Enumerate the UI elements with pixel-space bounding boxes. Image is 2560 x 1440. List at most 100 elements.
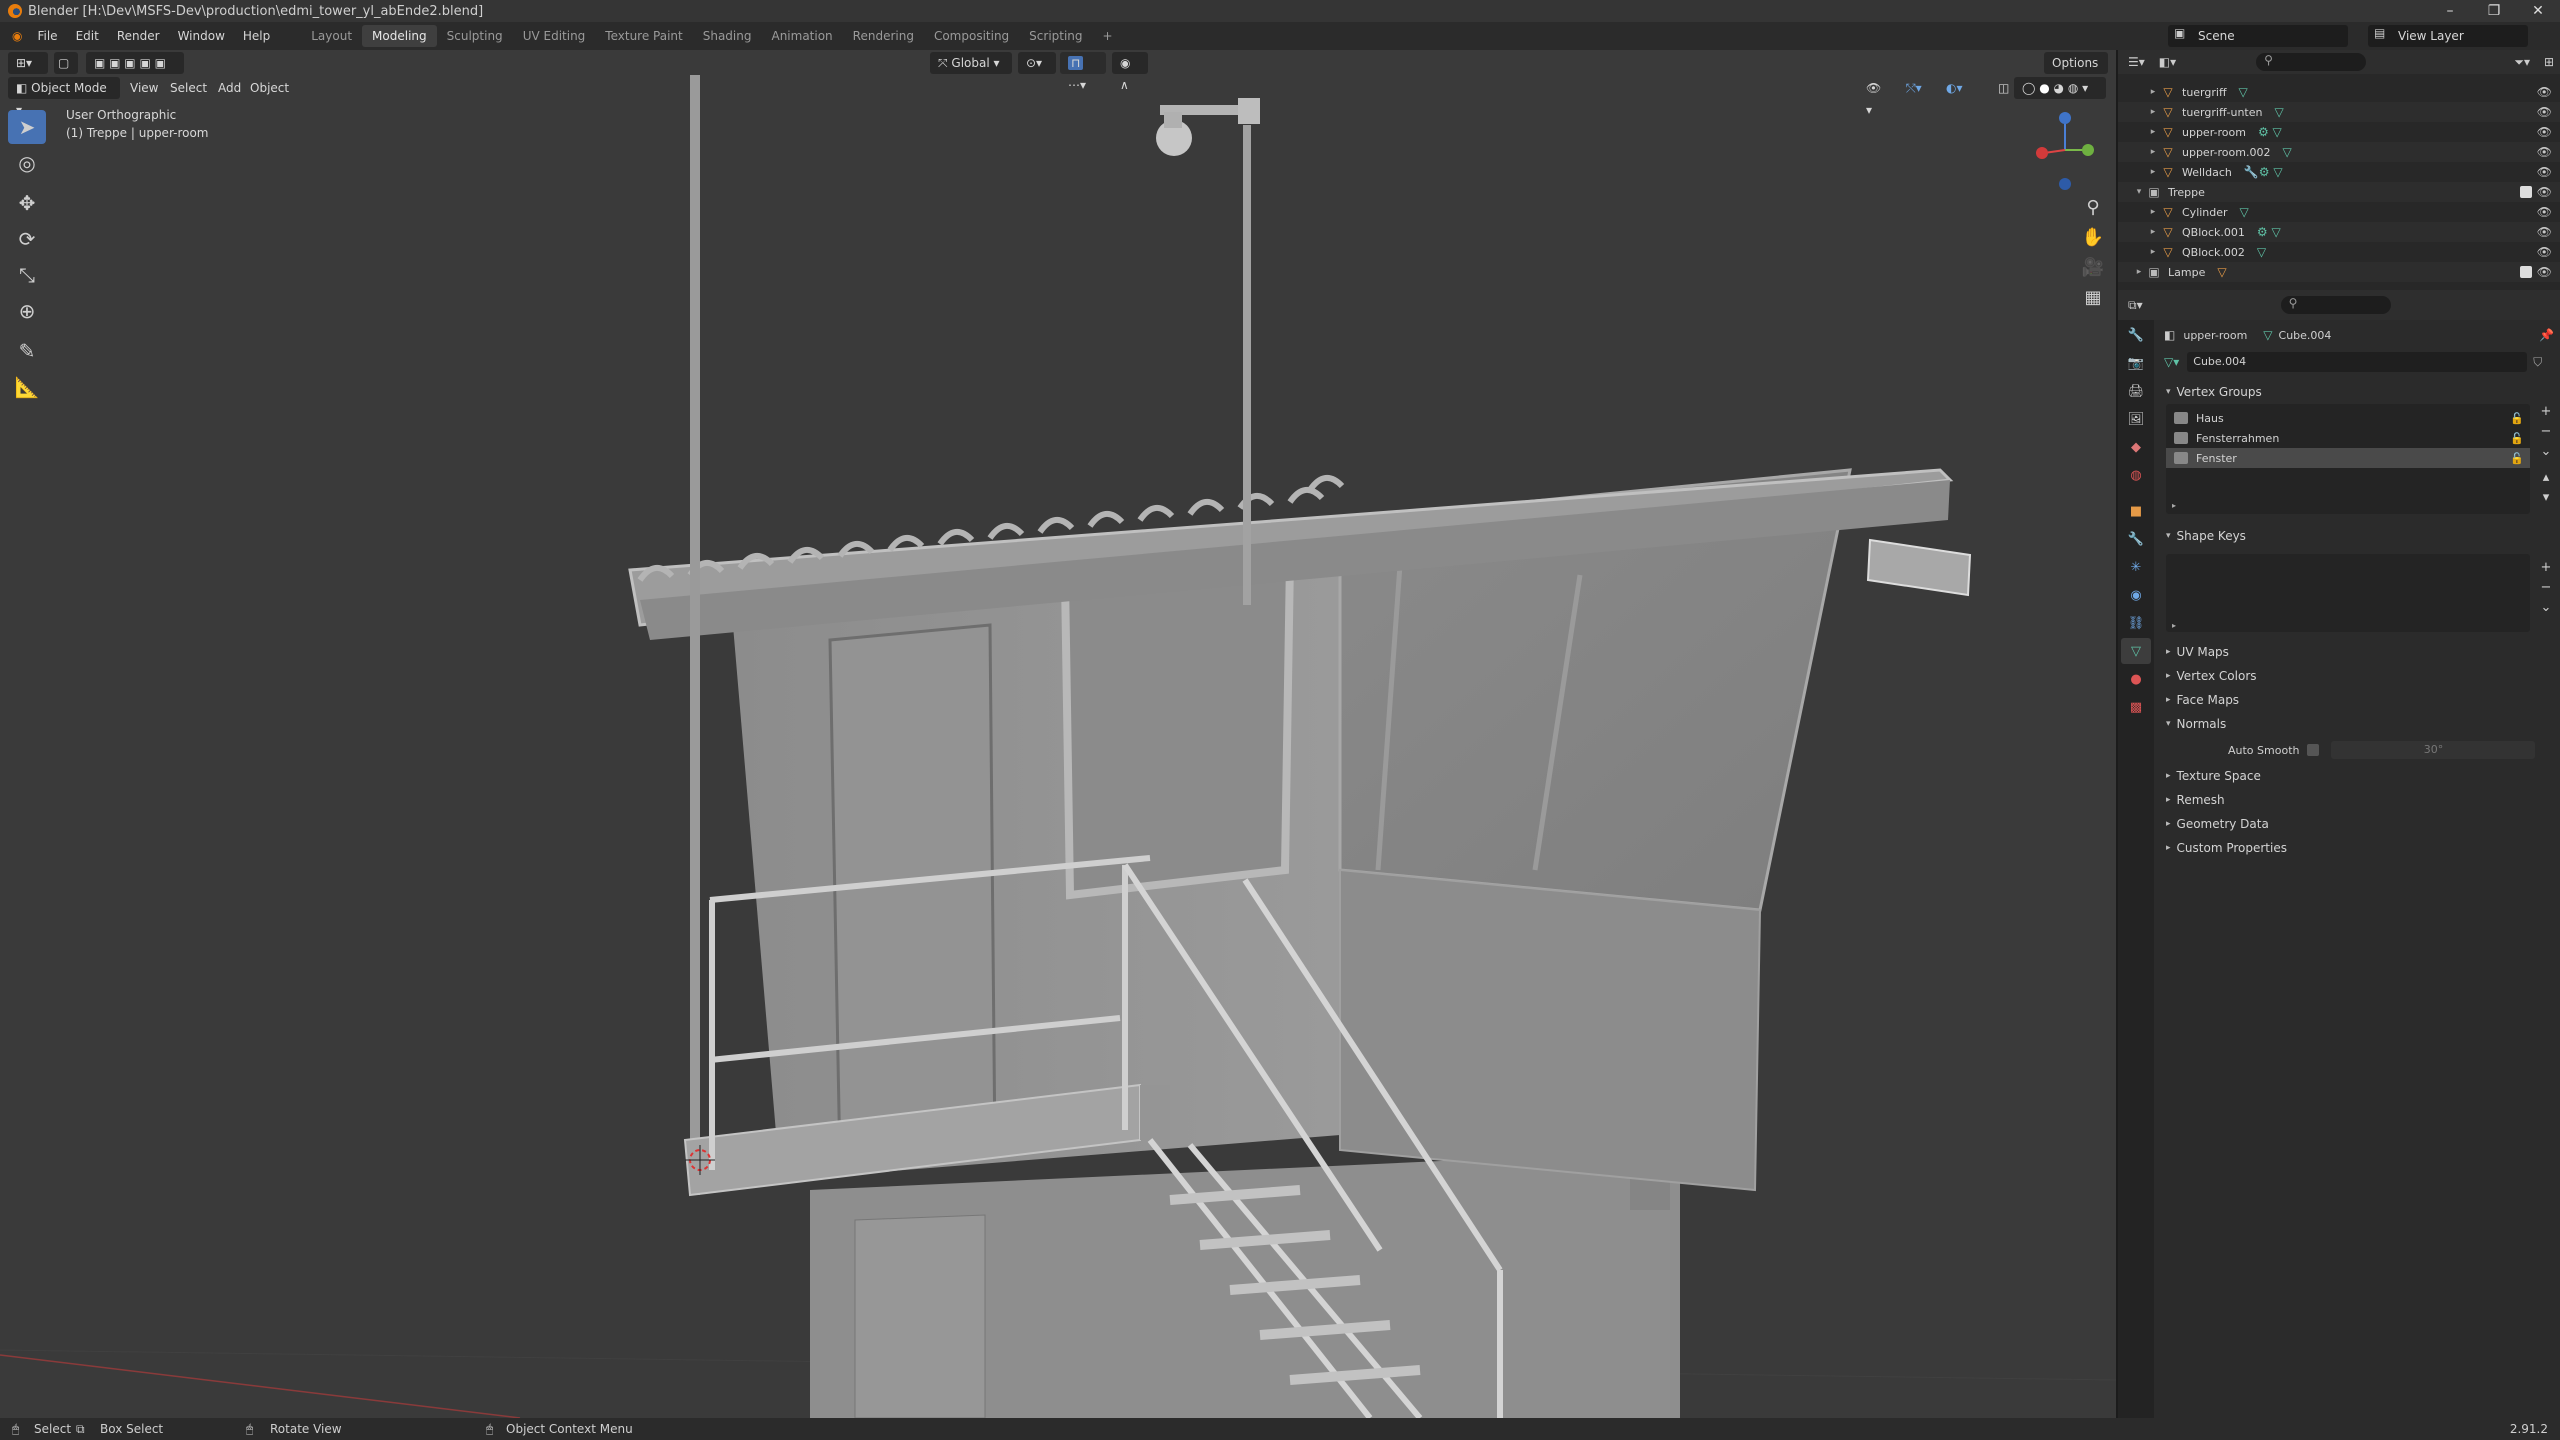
mesh-browse-icon[interactable]: ▽▾: [2164, 355, 2179, 369]
tab-uv-editing[interactable]: UV Editing: [513, 25, 596, 47]
lock-icon[interactable]: 🔓: [2510, 452, 2524, 465]
remove-vertex-group-icon[interactable]: −: [2536, 424, 2556, 444]
navigation-gizmo[interactable]: [2030, 108, 2100, 198]
shape-key-specials-icon[interactable]: ⌄: [2536, 600, 2556, 620]
snap-toggle[interactable]: ⊓ ⋯▾: [1060, 52, 1106, 92]
menu-render[interactable]: Render: [108, 29, 169, 43]
xray-toggle[interactable]: ◫: [1990, 77, 2010, 99]
tab-compositing[interactable]: Compositing: [924, 25, 1019, 47]
tab-sculpting[interactable]: Sculpting: [437, 25, 513, 47]
menu-window[interactable]: Window: [169, 29, 234, 43]
modifier-tab-icon[interactable]: 🔧: [2121, 526, 2151, 552]
rotate-tool[interactable]: ⟳: [8, 222, 46, 256]
3d-viewport[interactable]: [0, 50, 2116, 1418]
outliner[interactable]: ☰▾ ◧▾ ⚲ ⏷▾ ⊞ ▸ ▽ tuergriff ▽ 👁 ▸ ▽ tuergriff-u…: [2116, 50, 2560, 290]
editor-type-button[interactable]: ⊞▾: [8, 52, 48, 74]
menu-file[interactable]: File: [28, 29, 66, 43]
scene-tab-icon[interactable]: ◆: [2121, 434, 2151, 460]
filter-icon[interactable]: ⏷▾: [2514, 55, 2530, 70]
menu-view[interactable]: View: [130, 77, 158, 99]
perspective-grid-icon[interactable]: ▦: [2076, 282, 2110, 312]
particles-tab-icon[interactable]: ✳: [2121, 554, 2151, 580]
tab-rendering[interactable]: Rendering: [843, 25, 924, 47]
eye-icon[interactable]: 👁: [2537, 245, 2552, 259]
shape-keys-list[interactable]: ▸: [2166, 554, 2530, 632]
outliner-item-qblock-002[interactable]: ▸ ▽ QBlock.002 ▽ 👁: [2118, 242, 2560, 262]
remove-shape-key-icon[interactable]: −: [2536, 580, 2556, 600]
move-tool[interactable]: ✥: [8, 186, 46, 220]
vertex-group-haus[interactable]: Haus 🔓: [2166, 408, 2530, 428]
shading-modes[interactable]: ◯ ● ◕ ◍ ▾: [2014, 77, 2106, 99]
outliner-collection-treppe[interactable]: ▾ ▣ Treppe 👁: [2118, 182, 2560, 202]
vertex-group-fenster[interactable]: Fenster 🔓: [2166, 448, 2530, 468]
outliner-collection-lampe[interactable]: ▸ ▣ Lampe ▽ 👁: [2118, 262, 2560, 282]
measure-tool[interactable]: 📐: [8, 370, 46, 404]
outliner-item-welldach[interactable]: ▸ ▽ Welldach 🔧⚙ ▽ 👁: [2118, 162, 2560, 182]
cursor-tool[interactable]: ◎: [8, 146, 46, 180]
menu-help[interactable]: Help: [234, 29, 279, 43]
tab-layout[interactable]: Layout: [301, 25, 362, 47]
eye-icon[interactable]: 👁: [2537, 265, 2552, 279]
eye-icon[interactable]: 👁: [2537, 85, 2552, 99]
normals-panel-header[interactable]: ▾ Normals: [2154, 712, 2560, 736]
vertex-group-fensterrahmen[interactable]: Fensterrahmen 🔓: [2166, 428, 2530, 448]
tab-modeling[interactable]: Modeling: [362, 25, 437, 47]
object-tab-icon[interactable]: ■: [2121, 498, 2151, 524]
remesh-panel-header[interactable]: ▸ Remesh: [2154, 788, 2560, 812]
object-visibility-dropdown[interactable]: 👁▾: [1858, 77, 1894, 117]
outliner-item-tuergriff[interactable]: ▸ ▽ tuergriff ▽ 👁: [2118, 82, 2560, 102]
constraints-tab-icon[interactable]: ⛓: [2121, 610, 2151, 636]
annotate-tool[interactable]: ✎: [8, 334, 46, 368]
transform-orientation-dropdown[interactable]: ⤧ Global ▾: [930, 52, 1012, 74]
custom-properties-panel-header[interactable]: ▸ Custom Properties: [2154, 836, 2560, 860]
mode-dropdown[interactable]: ◧ Object Mode ▾: [8, 77, 120, 117]
lock-icon[interactable]: 🔓: [2510, 412, 2524, 425]
zoom-icon[interactable]: ⚲: [2076, 192, 2110, 222]
outliner-item-cylinder[interactable]: ▸ ▽ Cylinder ▽ 👁: [2118, 202, 2560, 222]
eye-icon[interactable]: 👁: [2537, 145, 2552, 159]
view-layer-tab-icon[interactable]: 🖼: [2121, 406, 2151, 432]
select-tool-button[interactable]: ▢: [54, 52, 78, 74]
outliner-search-input[interactable]: ⚲: [2256, 53, 2367, 71]
outliner-item-tuergriff-unten[interactable]: ▸ ▽ tuergriff-unten ▽ 👁: [2118, 102, 2560, 122]
tab-shading[interactable]: Shading: [693, 25, 762, 47]
scale-tool[interactable]: ⤡: [8, 258, 46, 292]
eye-icon[interactable]: 👁: [2537, 125, 2552, 139]
tab-scripting[interactable]: Scripting: [1019, 25, 1092, 47]
eye-icon[interactable]: 👁: [2537, 205, 2552, 219]
vertex-groups-panel-header[interactable]: ▾ Vertex Groups: [2154, 380, 2560, 404]
lock-icon[interactable]: 🔓: [2510, 432, 2524, 445]
transform-tool[interactable]: ⊕: [8, 294, 46, 328]
pin-icon[interactable]: 📌: [2539, 328, 2554, 342]
overlays-toggle[interactable]: ◐▾: [1938, 77, 1984, 99]
camera-view-icon[interactable]: 🎥: [2076, 252, 2110, 282]
select-box-tool[interactable]: ➤: [8, 110, 46, 144]
tab-animation[interactable]: Animation: [761, 25, 842, 47]
world-tab-icon[interactable]: ◍: [2121, 462, 2151, 488]
outliner-item-upper-room[interactable]: ▸ ▽ upper-room ⚙ ▽ 👁: [2118, 122, 2560, 142]
proportional-editing[interactable]: ◉ ∧: [1112, 52, 1148, 92]
add-vertex-group-icon[interactable]: +: [2536, 404, 2556, 424]
shape-keys-panel-header[interactable]: ▾ Shape Keys: [2154, 524, 2560, 548]
add-shape-key-icon[interactable]: +: [2536, 560, 2556, 580]
output-tab-icon[interactable]: 🖨: [2121, 378, 2151, 404]
display-mode-icon[interactable]: ◧▾: [2159, 55, 2176, 69]
menu-object[interactable]: Object: [250, 77, 289, 99]
fake-user-shield-icon[interactable]: ⛉: [2533, 355, 2542, 370]
eye-icon[interactable]: 👁: [2537, 105, 2552, 119]
menu-add[interactable]: Add: [218, 77, 241, 99]
outliner-editor-type-icon[interactable]: ☰▾: [2128, 55, 2145, 69]
vertex-group-specials-icon[interactable]: ⌄: [2536, 444, 2556, 464]
eye-icon[interactable]: 👁: [2537, 225, 2552, 239]
pivot-point-dropdown[interactable]: ⊙▾: [1018, 52, 1056, 74]
list-expand-icon[interactable]: ▸: [2172, 501, 2176, 510]
mesh-data-tab-icon[interactable]: ▽: [2121, 638, 2151, 664]
outliner-item-qblock-001[interactable]: ▸ ▽ QBlock.001 ⚙ ▽ 👁: [2118, 222, 2560, 242]
tab-texture-paint[interactable]: Texture Paint: [595, 25, 692, 47]
gizmo-toggle[interactable]: ⤲▾: [1898, 77, 1934, 99]
outliner-item-upper-room-002[interactable]: ▸ ▽ upper-room.002 ▽ 👁: [2118, 142, 2560, 162]
blender-menu-icon[interactable]: ◉: [6, 29, 28, 43]
eye-icon[interactable]: 👁: [2537, 165, 2552, 179]
properties-editor[interactable]: ⧉▾ ⚲ 🔧 📷 🖨 🖼 ◆ ◍ ■ 🔧 ✳ ◉ ⛓ ▽ ● ▩ ◧ upper…: [2116, 290, 2560, 1418]
move-down-icon[interactable]: ▾: [2536, 490, 2556, 510]
